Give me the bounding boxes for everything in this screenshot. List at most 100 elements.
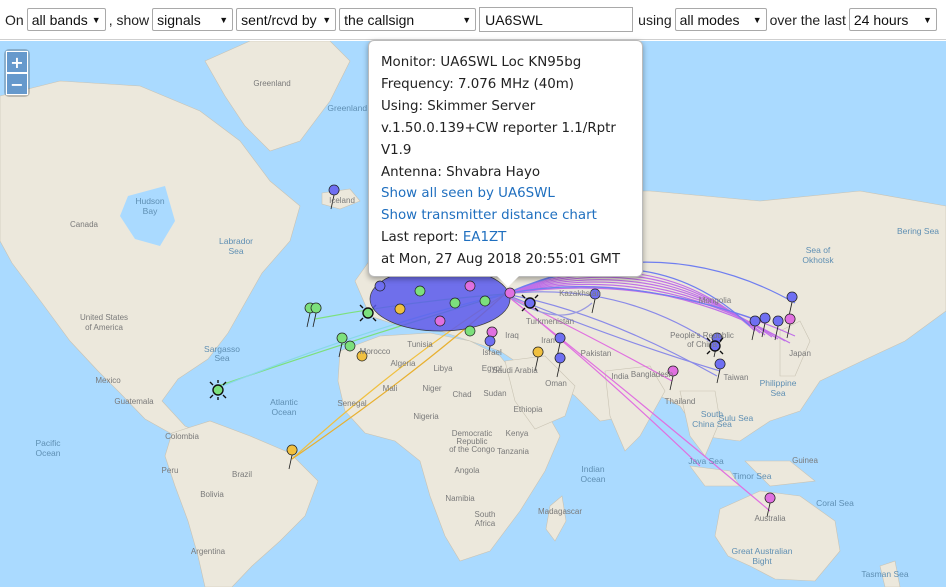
label-tanzania: Tanzania: [497, 447, 530, 456]
target-select[interactable]: the callsign ▼: [339, 8, 477, 31]
callsign-input[interactable]: UA6SWL: [479, 7, 634, 32]
popup-last-report-time: at Mon, 27 Aug 2018 20:55:01 GMT: [381, 252, 620, 268]
label-madagascar: Madagascar: [538, 507, 582, 516]
period-value: 24 hours: [853, 11, 909, 28]
label-saudi: Saudi Arabia: [492, 366, 538, 375]
label-chad: Chad: [452, 390, 471, 399]
show-all-seen-link[interactable]: Show all seen by UA6SWL: [381, 183, 630, 205]
label-mongolia: Mongolia: [699, 296, 732, 305]
land-madagascar: [545, 495, 567, 542]
chevron-down-icon: ▼: [462, 14, 472, 25]
marker-azores-2: [310, 302, 322, 328]
label-labrador-2: Sea: [228, 246, 243, 256]
distance-chart-link[interactable]: Show transmitter distance chart: [381, 205, 630, 227]
last-report-label: Last report:: [381, 230, 459, 246]
label-ethiopia: Ethiopia: [514, 405, 543, 414]
label-south-africa-2: Africa: [475, 519, 496, 528]
label-okhotsk-1: Sea of: [806, 245, 831, 255]
label-china-2: of China: [687, 340, 717, 349]
label-japan: Japan: [789, 349, 811, 358]
monitor-popup: Monitor: UA6SWL Loc KN95bg Frequency: 7.…: [368, 40, 643, 287]
zoom-in-button[interactable]: +: [6, 51, 28, 73]
label-iceland: Iceland: [329, 196, 355, 205]
label-gab-1: Great Australian: [732, 546, 793, 556]
label-pacific-1: Pacific: [35, 438, 61, 448]
chevron-down-icon: ▼: [922, 14, 932, 25]
label-mali: Mali: [383, 384, 398, 393]
label-brazil: Brazil: [232, 470, 252, 479]
label-turkmenistan: Turkmenistan: [526, 317, 574, 326]
label-guinea: Guinea: [792, 456, 818, 465]
bands-value: all bands: [31, 11, 88, 28]
chevron-down-icon: ▼: [752, 14, 762, 25]
label-iran: Iran: [541, 336, 555, 345]
label-senegal: Senegal: [337, 399, 367, 408]
target-value: the callsign: [344, 11, 415, 28]
label-guatemala: Guatemala: [114, 397, 154, 406]
transmitter-india: [521, 294, 539, 312]
label-bolivia: Bolivia: [200, 490, 224, 499]
label-coral: Coral Sea: [816, 498, 854, 508]
label-morocco: Morocco: [360, 347, 391, 356]
label-tunisia: Tunisia: [407, 340, 433, 349]
label-nigeria: Nigeria: [413, 412, 439, 421]
label-pacific-2: Ocean: [35, 448, 60, 458]
direction-select[interactable]: sent/rcvd by ▼: [236, 8, 337, 31]
label-mexico: Mexico: [95, 376, 121, 385]
label-taiwan: Taiwan: [724, 373, 749, 382]
label-java: Java Sea: [688, 456, 724, 466]
popup-using-3: V1.9: [381, 142, 412, 158]
label-bangladesh: Bangladesh: [631, 370, 673, 379]
label-philippine-1: Philippine: [760, 378, 797, 388]
zoom-out-button[interactable]: −: [6, 73, 28, 95]
popup-tail: [497, 276, 519, 287]
label-australia: Australia: [754, 514, 786, 523]
bands-select[interactable]: all bands ▼: [26, 8, 106, 31]
zoom-control: + −: [6, 51, 28, 95]
popup-monitor: Monitor: UA6SWL Loc KN95bg: [381, 55, 582, 70]
modes-value: all modes: [679, 11, 740, 28]
label-labrador-1: Labrador: [219, 236, 253, 246]
chevron-down-icon: ▼: [91, 14, 101, 25]
popup-last-report: Last report: EA1ZT: [381, 227, 630, 249]
label-indian-1: Indian: [581, 464, 604, 474]
label-sargasso-2: Sea: [214, 353, 229, 363]
direction-value: sent/rcvd by: [241, 11, 317, 28]
using-label: using: [638, 11, 672, 28]
popup-using-1: Using: Skimmer Server: [381, 98, 536, 114]
label-india: India: [611, 372, 629, 381]
label-libya: Libya: [433, 364, 453, 373]
label-iraq: Iraq: [505, 331, 519, 340]
chevron-down-icon: ▼: [219, 14, 229, 25]
label-atlantic-2: Ocean: [271, 407, 296, 417]
label-hudson-2: Bay: [143, 206, 158, 216]
label-pakistan: Pakistan: [581, 349, 612, 358]
label-kazakhstan: Kazakhstan: [559, 289, 601, 298]
label-oman: Oman: [545, 379, 567, 388]
label-niger: Niger: [422, 384, 441, 393]
label-thailand: Thailand: [665, 397, 696, 406]
show-select[interactable]: signals ▼: [152, 8, 234, 31]
modes-select[interactable]: all modes ▼: [674, 8, 767, 31]
label-angola: Angola: [455, 466, 480, 475]
label-colombia: Colombia: [165, 432, 199, 441]
label-canada: Canada: [70, 220, 99, 229]
period-select[interactable]: 24 hours ▼: [848, 8, 937, 31]
label-timor: Timor Sea: [733, 471, 772, 481]
label-drc-3: of the Congo: [449, 445, 495, 454]
label-tasman: Tasman Sea: [861, 569, 909, 579]
label-algeria: Algeria: [391, 359, 416, 368]
label-sulu: Sulu Sea: [719, 413, 754, 423]
label-kenya: Kenya: [506, 429, 529, 438]
label-israel: Israel: [482, 348, 502, 357]
label-philippine-2: Sea: [770, 388, 785, 398]
popup-using-2: v.1.50.0.139+CW reporter 1.1/Rptr: [381, 120, 616, 136]
over-label: over the last: [769, 11, 846, 28]
label-gab-2: Bight: [752, 556, 772, 566]
label-sudan: Sudan: [483, 389, 506, 398]
label-usa-2: of America: [85, 323, 123, 332]
show-value: signals: [157, 11, 201, 28]
label-bering: Bering Sea: [897, 226, 939, 236]
last-report-callsign-link[interactable]: EA1ZT: [463, 230, 507, 245]
label-okhotsk-2: Okhotsk: [802, 255, 834, 265]
